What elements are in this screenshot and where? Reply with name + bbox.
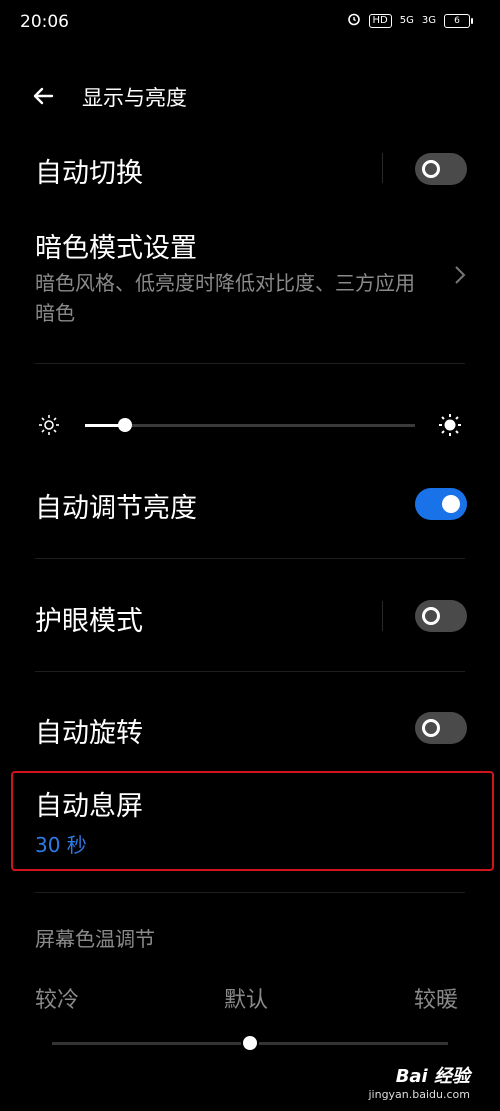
signal-3g-icon: 3G xyxy=(421,14,436,26)
divider xyxy=(35,558,465,559)
dark-mode-label: 暗色模式设置 xyxy=(35,233,197,264)
auto-rotate-toggle[interactable] xyxy=(415,712,467,744)
brightness-low-icon xyxy=(38,414,60,440)
auto-sleep-value: 30 秒 xyxy=(35,833,87,857)
color-temp-warm-label: 较暖 xyxy=(414,988,459,1013)
separator xyxy=(382,153,383,183)
eye-care-label: 护眼模式 xyxy=(35,606,143,637)
brightness-high-icon xyxy=(438,413,462,441)
brightness-slider[interactable] xyxy=(85,418,415,432)
auto-sleep-label: 自动息屏 xyxy=(35,791,143,822)
color-temp-slider[interactable] xyxy=(52,1034,448,1052)
baidu-watermark: Bai 经验 jingyan.baidu.com xyxy=(368,1062,470,1101)
color-temp-cold-label: 较冷 xyxy=(35,988,80,1013)
color-temp-section-title: 屏幕色温调节 xyxy=(35,927,155,951)
eye-care-toggle[interactable] xyxy=(415,600,467,632)
toggle-knob xyxy=(422,719,440,737)
divider xyxy=(35,892,465,893)
toggle-knob xyxy=(442,495,460,513)
chevron-right-icon xyxy=(453,264,467,290)
watermark-url: jingyan.baidu.com xyxy=(368,1088,470,1101)
alarm-icon xyxy=(347,12,361,29)
page-title: 显示与亮度 xyxy=(82,86,187,110)
color-temp-slider-thumb[interactable] xyxy=(241,1034,259,1052)
auto-switch-toggle[interactable] xyxy=(415,153,467,185)
back-button[interactable] xyxy=(30,82,58,110)
auto-brightness-toggle[interactable] xyxy=(415,488,467,520)
arrow-left-icon xyxy=(33,87,54,105)
toggle-knob xyxy=(422,607,440,625)
hd-icon: HD xyxy=(368,13,392,28)
color-temp-default-label: 默认 xyxy=(224,988,269,1013)
divider xyxy=(35,671,465,672)
toggle-knob xyxy=(422,160,440,178)
divider xyxy=(35,363,465,364)
auto-rotate-label: 自动旋转 xyxy=(35,718,143,749)
baidu-jingyan-logo: Bai 经验 xyxy=(395,1066,470,1087)
separator xyxy=(382,601,383,631)
auto-switch-label: 自动切换 xyxy=(35,158,143,189)
brightness-slider-thumb[interactable] xyxy=(118,418,132,432)
auto-brightness-label: 自动调节亮度 xyxy=(35,493,197,524)
signal-5g-icon: 5G xyxy=(399,14,414,26)
status-time: 20:06 xyxy=(20,12,69,32)
dark-mode-description: 暗色风格、低亮度时降低对比度、三方应用暗色 xyxy=(35,271,415,325)
status-icons: HD 5G 3G 6 xyxy=(347,12,473,29)
battery-icon: 6 xyxy=(444,13,473,28)
